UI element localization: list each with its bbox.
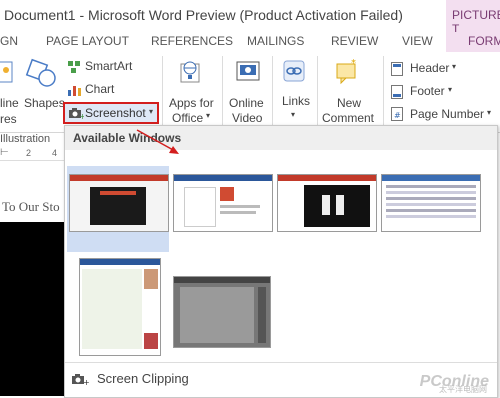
chart-button[interactable]: Chart — [85, 82, 114, 96]
chart-icon — [68, 83, 82, 96]
chevron-down-icon[interactable]: ▾ — [452, 62, 456, 71]
available-windows-header: Available Windows — [65, 126, 497, 150]
page-number-button[interactable]: Page Number — [410, 107, 484, 121]
chevron-down-icon: ▾ — [149, 107, 154, 116]
window-thumbnail[interactable] — [173, 174, 273, 232]
online-pictures-label-partial-2[interactable]: res — [0, 112, 17, 126]
chevron-down-icon[interactable]: ▾ — [206, 111, 210, 120]
ribbon-separator — [222, 56, 223, 128]
window-thumbnail[interactable] — [277, 174, 377, 232]
footer-button[interactable]: Footer — [410, 84, 445, 98]
ribbon-separator — [383, 56, 384, 128]
shapes-button[interactable]: Shapes — [24, 96, 65, 110]
camera-icon: + — [68, 106, 86, 121]
context-tab-group: PICTURE T — [446, 0, 500, 36]
ruler-mark: 4 — [52, 148, 58, 158]
link-icon[interactable] — [283, 60, 305, 84]
tab-page-layout[interactable]: PAGE LAYOUT — [46, 34, 129, 48]
apps-for-office-line1[interactable]: Apps for — [169, 96, 214, 110]
online-pictures-label-partial[interactable]: line — [0, 96, 19, 110]
smartart-icon — [68, 60, 82, 73]
page-number-icon: # — [391, 107, 403, 121]
online-pictures-icon[interactable] — [0, 58, 14, 86]
online-video-line1[interactable]: Online — [229, 96, 264, 110]
group-label-illustrations: Illustration — [0, 133, 51, 145]
window-thumbnail[interactable] — [69, 174, 169, 232]
chevron-down-icon[interactable]: ▾ — [448, 85, 452, 94]
watermark-sub: 太平洋电脑网 — [439, 385, 487, 394]
apps-for-office-icon[interactable] — [178, 58, 204, 86]
svg-text:#: # — [394, 111, 401, 120]
new-comment-icon[interactable]: * — [334, 58, 360, 86]
ruler-tab-icon[interactable]: ⊢ — [0, 147, 9, 158]
new-comment-line2[interactable]: Comment — [322, 111, 374, 125]
links-button[interactable]: Links — [282, 94, 310, 108]
document-text[interactable]: To Our Sto — [2, 199, 60, 215]
online-video-line2[interactable]: Video — [232, 111, 262, 125]
tab-view[interactable]: VIEW — [402, 34, 433, 48]
smartart-button[interactable]: SmartArt — [85, 59, 132, 73]
online-video-icon[interactable] — [235, 58, 261, 86]
footer-icon — [391, 85, 403, 99]
document-image[interactable] — [0, 222, 64, 396]
screen-clipping-label: Screen Clipping — [97, 371, 189, 386]
ribbon-separator — [162, 56, 163, 128]
screenshot-label: Screenshot — [85, 106, 146, 120]
camera-icon: + — [71, 372, 90, 387]
tab-review[interactable]: REVIEW — [331, 34, 378, 48]
svg-text:+: + — [79, 112, 84, 120]
window-thumbnail[interactable] — [79, 258, 161, 356]
chevron-down-icon[interactable]: ▾ — [487, 108, 491, 117]
shapes-icon[interactable] — [25, 58, 59, 90]
window-thumbnail[interactable] — [381, 174, 481, 232]
screenshot-dropdown: Available Windows + Screen Clipping PCon… — [64, 125, 498, 398]
arrow-annotation-icon — [136, 129, 179, 154]
tab-format[interactable]: FORM — [446, 32, 500, 52]
tab-design[interactable]: GN — [0, 34, 18, 48]
ribbon-separator — [272, 56, 273, 128]
window-title: Document1 - Microsoft Word Preview (Prod… — [4, 7, 403, 23]
apps-for-office-line2[interactable]: Office — [172, 111, 203, 125]
svg-text:*: * — [351, 58, 356, 69]
tab-references[interactable]: REFERENCES — [151, 34, 233, 48]
new-comment-line1[interactable]: New — [337, 96, 361, 110]
tab-mailings[interactable]: MAILINGS — [247, 34, 304, 48]
ribbon-separator — [317, 56, 318, 128]
svg-text:+: + — [83, 378, 89, 386]
ruler: ⊢ 2 4 — [0, 146, 64, 161]
ruler-mark: 2 — [26, 148, 32, 158]
window-thumbnail[interactable] — [173, 276, 271, 348]
header-button[interactable]: Header — [410, 61, 449, 75]
chevron-down-icon[interactable]: ▾ — [291, 110, 295, 119]
screenshot-button[interactable]: + Screenshot ▾ — [63, 102, 159, 124]
title-bar: Document1 - Microsoft Word Preview (Prod… — [0, 0, 500, 36]
ribbon-tabs: GN PAGE LAYOUT REFERENCES MAILINGS REVIE… — [0, 32, 500, 52]
header-icon — [391, 62, 403, 76]
